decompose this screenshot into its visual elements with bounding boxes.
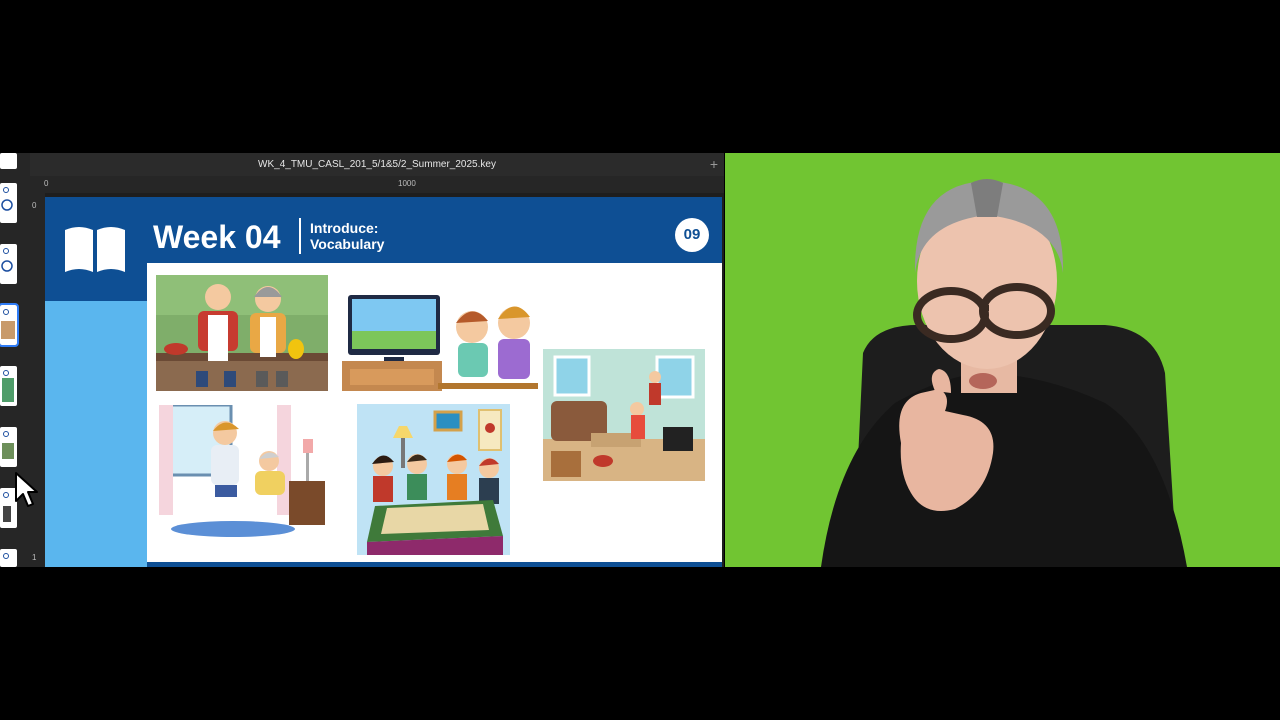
presenter-video bbox=[725, 153, 1280, 567]
thumbnail-icon bbox=[3, 553, 9, 559]
tv-illustration bbox=[342, 295, 538, 391]
topic-line-1: Introduce: bbox=[310, 220, 379, 236]
ruler-mark: 1000 bbox=[398, 179, 416, 188]
window-titlebar: WK_4_TMU_CASL_201_5/1&5/2_Summer_2025.ke… bbox=[30, 153, 724, 176]
horizontal-ruler: 0 1000 bbox=[30, 176, 724, 193]
thumbnail-icon bbox=[3, 370, 9, 376]
thumbnail-image bbox=[3, 506, 11, 522]
thumbnail-image bbox=[1, 260, 13, 272]
thumbnail-image bbox=[1, 199, 13, 211]
cooking-illustration bbox=[156, 275, 328, 391]
thumbnail-image bbox=[1, 321, 15, 339]
slide-thumbnail[interactable] bbox=[0, 366, 17, 406]
thumbnail-icon bbox=[3, 248, 9, 254]
slide-thumbnail[interactable] bbox=[0, 153, 17, 169]
thumbnail-icon bbox=[3, 309, 9, 315]
ruler-mark: 1 bbox=[32, 553, 37, 562]
slide-canvas[interactable]: Week 04 Introduce: Vocabulary 09 bbox=[45, 197, 722, 567]
thumbnail-image bbox=[2, 378, 14, 402]
slide-thumbnail-selected[interactable] bbox=[0, 303, 19, 347]
keynote-window: WK_4_TMU_CASL_201_5/1&5/2_Summer_2025.ke… bbox=[0, 153, 724, 567]
slide-thumbnail[interactable] bbox=[0, 244, 17, 284]
thumbnail-icon bbox=[3, 187, 9, 193]
thumbnail-icon bbox=[3, 492, 9, 498]
boardgame-illustration bbox=[357, 404, 510, 555]
week-label: Week 04 bbox=[153, 219, 281, 255]
header-divider bbox=[299, 218, 301, 254]
slide-thumbnail[interactable] bbox=[0, 549, 17, 567]
slide-thumbnail[interactable] bbox=[0, 183, 17, 223]
cursor-icon bbox=[15, 472, 38, 507]
document-title: WK_4_TMU_CASL_201_5/1&5/2_Summer_2025.ke… bbox=[258, 159, 496, 170]
ruler-mark: 0 bbox=[32, 201, 37, 210]
plus-icon[interactable]: + bbox=[710, 153, 718, 176]
slide-thumbnail[interactable] bbox=[0, 427, 17, 467]
webcam-feed bbox=[725, 153, 1280, 567]
ruler-mark: 0 bbox=[44, 179, 49, 188]
cleaning-illustration bbox=[543, 349, 705, 481]
topic-label: Introduce: Vocabulary bbox=[310, 220, 384, 252]
slide-side-band bbox=[45, 263, 147, 567]
thumbnail-image bbox=[2, 443, 14, 459]
caregiver-illustration bbox=[159, 405, 331, 547]
vertical-ruler: 0 1 bbox=[30, 193, 45, 567]
topic-line-2: Vocabulary bbox=[310, 236, 385, 252]
slide-footer-band bbox=[147, 562, 722, 567]
book-icon bbox=[65, 227, 125, 272]
thumbnail-icon bbox=[3, 431, 9, 437]
slide-number-badge: 09 bbox=[675, 218, 709, 252]
